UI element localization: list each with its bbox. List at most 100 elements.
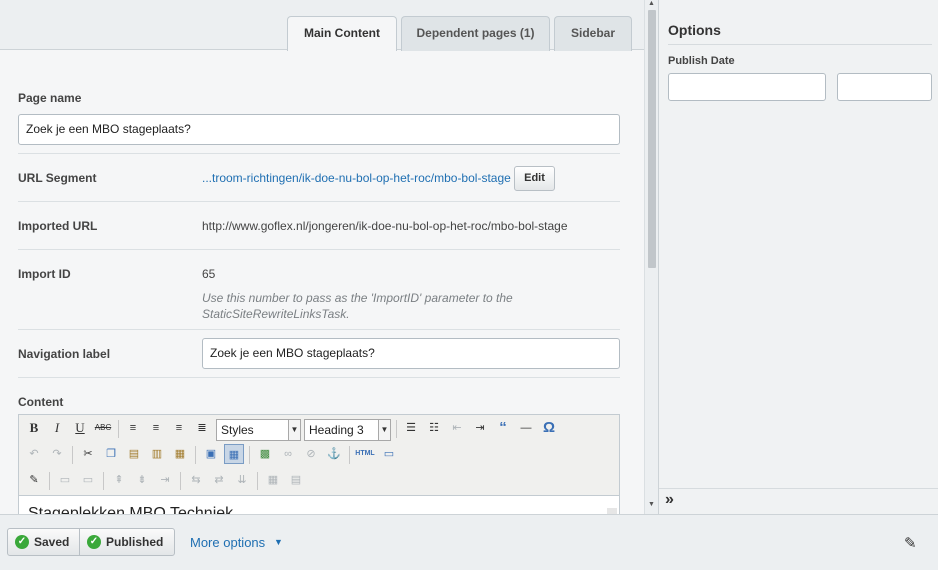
divider bbox=[18, 377, 620, 378]
divider bbox=[18, 153, 620, 154]
editor-heading-text: Stageplekken MBO Techniek bbox=[28, 505, 234, 514]
publish-time-input[interactable] bbox=[837, 73, 932, 101]
table-icon[interactable]: ▦ bbox=[224, 444, 244, 464]
main-scrollbar[interactable]: ▲ ▼ bbox=[644, 0, 658, 514]
saved-button[interactable]: ✓ Saved bbox=[7, 528, 80, 556]
editor-toolbar-row-1: B I U ABC ≡ ≡ ≡ ≣ Styles ▼ Heading 3 ▼ ☰… bbox=[23, 418, 617, 442]
paste-word-icon[interactable]: ▦ bbox=[170, 444, 190, 464]
unlink-icon[interactable]: ⊘ bbox=[301, 444, 321, 464]
align-left-icon[interactable]: ≡ bbox=[123, 418, 143, 438]
underline-icon[interactable]: U bbox=[70, 418, 90, 438]
collapse-sidebar-icon[interactable]: » bbox=[665, 491, 674, 509]
blockquote-icon[interactable]: “ bbox=[493, 418, 513, 438]
scroll-up-icon[interactable]: ▲ bbox=[648, 0, 655, 7]
page-name-label: Page name bbox=[18, 91, 82, 105]
published-label: Published bbox=[106, 535, 164, 549]
page-name-input[interactable]: Zoek je een MBO stageplaats? bbox=[18, 114, 620, 145]
chevron-down-icon: ▼ bbox=[378, 420, 390, 440]
editor-toolbar-row-2: ↶ ↷ ✂ ❐ ▤ ▥ ▦ ▣ ▦ ▩ ∞ ⊘ ⚓ HTML ▭ bbox=[23, 444, 617, 468]
toolbar-separator bbox=[49, 472, 50, 490]
divider bbox=[18, 201, 620, 202]
tab-dependent-pages[interactable]: Dependent pages (1) bbox=[401, 16, 550, 51]
paste-icon[interactable]: ▤ bbox=[124, 444, 144, 464]
main-content-panel: Main Content Dependent pages (1) Sidebar… bbox=[0, 0, 644, 514]
saved-label: Saved bbox=[34, 535, 70, 549]
row-after-icon[interactable]: ⇟ bbox=[132, 470, 152, 490]
indent-icon[interactable]: ⇥ bbox=[470, 418, 490, 438]
split-cells-icon[interactable]: ▦ bbox=[263, 470, 283, 490]
format-select[interactable]: Heading 3 ▼ bbox=[304, 419, 391, 441]
content-label: Content bbox=[18, 395, 64, 409]
scroll-down-icon[interactable]: ▼ bbox=[648, 501, 655, 508]
check-icon: ✓ bbox=[87, 535, 101, 549]
horizontal-rule-icon[interactable]: — bbox=[516, 418, 536, 438]
toolbar-separator bbox=[396, 420, 397, 438]
chevron-down-icon: ▼ bbox=[288, 420, 300, 440]
numbered-list-icon[interactable]: ☷ bbox=[424, 418, 444, 438]
url-segment-value[interactable]: ...troom-richtingen/ik-doe-nu-bol-op-het… bbox=[202, 171, 511, 185]
table-cell-props-icon[interactable]: ▭ bbox=[78, 470, 98, 490]
copy-icon[interactable]: ❐ bbox=[101, 444, 121, 464]
merge-cells-icon[interactable]: ▤ bbox=[286, 470, 306, 490]
published-button[interactable]: ✓ Published bbox=[79, 528, 175, 556]
scrollbar-thumb[interactable] bbox=[648, 10, 656, 268]
tab-sidebar[interactable]: Sidebar bbox=[554, 16, 632, 51]
edit-preview-icon[interactable]: ✎ bbox=[904, 534, 917, 552]
paste-text-icon[interactable]: ▥ bbox=[147, 444, 167, 464]
col-before-icon[interactable]: ⇆ bbox=[186, 470, 206, 490]
navigation-label-label: Navigation label bbox=[18, 347, 111, 361]
actions-bar: ✓ Saved ✓ Published More options ▼ ✎ bbox=[0, 514, 938, 570]
divider bbox=[18, 249, 620, 250]
options-sidebar: Options Publish Date » bbox=[658, 0, 938, 514]
sidebar-footer: » bbox=[659, 488, 938, 514]
toolbar-separator bbox=[72, 446, 73, 464]
styles-select[interactable]: Styles ▼ bbox=[216, 419, 301, 441]
bold-icon[interactable]: B bbox=[24, 418, 44, 438]
editor-content-area[interactable]: Stageplekken MBO Techniek bbox=[19, 495, 619, 514]
special-char-icon[interactable]: Ω bbox=[539, 418, 559, 438]
html-editor: B I U ABC ≡ ≡ ≡ ≣ Styles ▼ Heading 3 ▼ ☰… bbox=[18, 414, 620, 514]
toolbar-separator bbox=[118, 420, 119, 438]
imported-url-value: http://www.goflex.nl/jongeren/ik-doe-nu-… bbox=[202, 219, 568, 233]
insert-image-icon[interactable]: ▩ bbox=[255, 444, 275, 464]
format-select-value: Heading 3 bbox=[309, 423, 364, 437]
redo-icon[interactable]: ↷ bbox=[47, 444, 67, 464]
bullet-list-icon[interactable]: ☰ bbox=[401, 418, 421, 438]
sidebar-title: Options bbox=[668, 22, 721, 38]
align-right-icon[interactable]: ≡ bbox=[169, 418, 189, 438]
editor-toolbar-row-3: ✎ ▭ ▭ ⇞ ⇟ ⇥ ⇆ ⇄ ⇊ ▦ ▤ bbox=[23, 470, 617, 494]
edit-url-segment-button[interactable]: Edit bbox=[514, 166, 555, 191]
publish-date-input[interactable] bbox=[668, 73, 826, 101]
link-icon[interactable]: ∞ bbox=[278, 444, 298, 464]
col-after-icon[interactable]: ⇄ bbox=[209, 470, 229, 490]
tab-bar: Main Content Dependent pages (1) Sidebar bbox=[0, 0, 644, 51]
delete-row-icon[interactable]: ⇥ bbox=[155, 470, 175, 490]
import-id-label: Import ID bbox=[18, 267, 71, 281]
caret-down-icon[interactable]: ▼ bbox=[274, 537, 283, 547]
row-before-icon[interactable]: ⇞ bbox=[109, 470, 129, 490]
divider bbox=[18, 329, 620, 330]
html-source-icon[interactable]: HTML bbox=[353, 444, 377, 464]
fullscreen-icon[interactable]: ▭ bbox=[379, 444, 399, 464]
italic-icon[interactable]: I bbox=[47, 418, 67, 438]
select-all-icon[interactable]: ▣ bbox=[201, 444, 221, 464]
anchor-icon[interactable]: ⚓ bbox=[324, 444, 344, 464]
strikethrough-icon[interactable]: ABC bbox=[93, 418, 113, 438]
align-center-icon[interactable]: ≡ bbox=[146, 418, 166, 438]
toolbar-separator bbox=[349, 446, 350, 464]
align-justify-icon[interactable]: ≣ bbox=[192, 418, 212, 438]
tab-main-content[interactable]: Main Content bbox=[287, 16, 397, 51]
more-options-link[interactable]: More options bbox=[190, 535, 265, 550]
toolbar-separator bbox=[195, 446, 196, 464]
navigation-label-input[interactable]: Zoek je een MBO stageplaats? bbox=[202, 338, 620, 369]
undo-icon[interactable]: ↶ bbox=[24, 444, 44, 464]
import-id-value: 65 bbox=[202, 267, 216, 281]
outdent-icon[interactable]: ⇤ bbox=[447, 418, 467, 438]
cut-icon[interactable]: ✂ bbox=[78, 444, 98, 464]
publish-date-label: Publish Date bbox=[668, 55, 735, 67]
table-row-props-icon[interactable]: ▭ bbox=[55, 470, 75, 490]
delete-col-icon[interactable]: ⇊ bbox=[232, 470, 252, 490]
edit-icon[interactable]: ✎ bbox=[24, 470, 44, 490]
styles-select-value: Styles bbox=[221, 423, 254, 437]
check-icon: ✓ bbox=[15, 535, 29, 549]
